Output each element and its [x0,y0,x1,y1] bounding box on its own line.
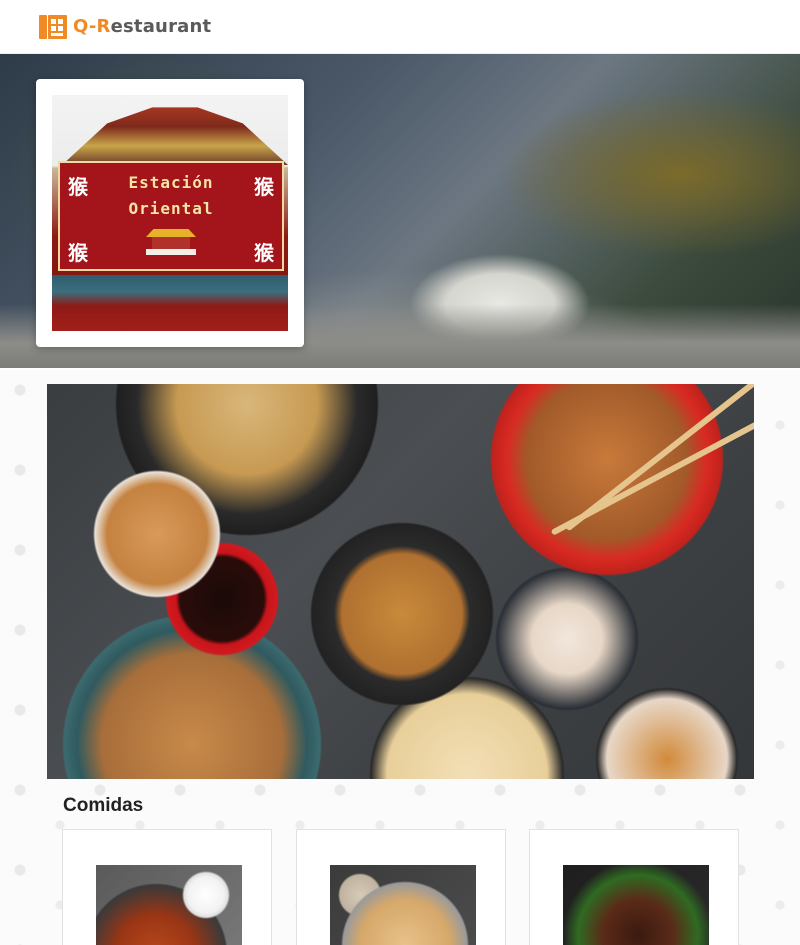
menu-card[interactable] [62,829,272,945]
pagoda-roof [62,107,288,165]
brand-suffix: estaurant [110,16,212,37]
glyph-bottom-left: 猴 [68,241,88,265]
temple-icon [146,229,196,255]
beef-broccoli-icon [563,865,709,945]
fried-rice-icon [330,865,476,945]
food-banner-image [47,384,754,779]
restaurant-logo: 猴 猴 猴 猴 Estación Oriental [52,95,288,331]
brand-prefix: Q-R [73,16,111,37]
logo-sign: 猴 猴 猴 猴 Estación Oriental [58,161,284,271]
logo-line1: Estación [128,173,214,192]
menu-card[interactable] [529,829,739,945]
menu-card[interactable] [296,829,506,945]
chopstick-2 [550,408,754,536]
temple-wall [52,275,288,331]
restaurant-logo-card: 猴 猴 猴 猴 Estación Oriental [36,79,304,347]
glyph-bottom-right: 猴 [254,241,274,265]
brand-name[interactable]: Q-Restaurant [73,16,211,37]
restaurant-menu-icon[interactable] [38,13,68,41]
logo-line2: Oriental [128,199,214,218]
chicken-wings-icon [96,865,242,945]
section-title: Comidas [63,795,144,816]
top-bar: Q-Restaurant [0,0,800,54]
